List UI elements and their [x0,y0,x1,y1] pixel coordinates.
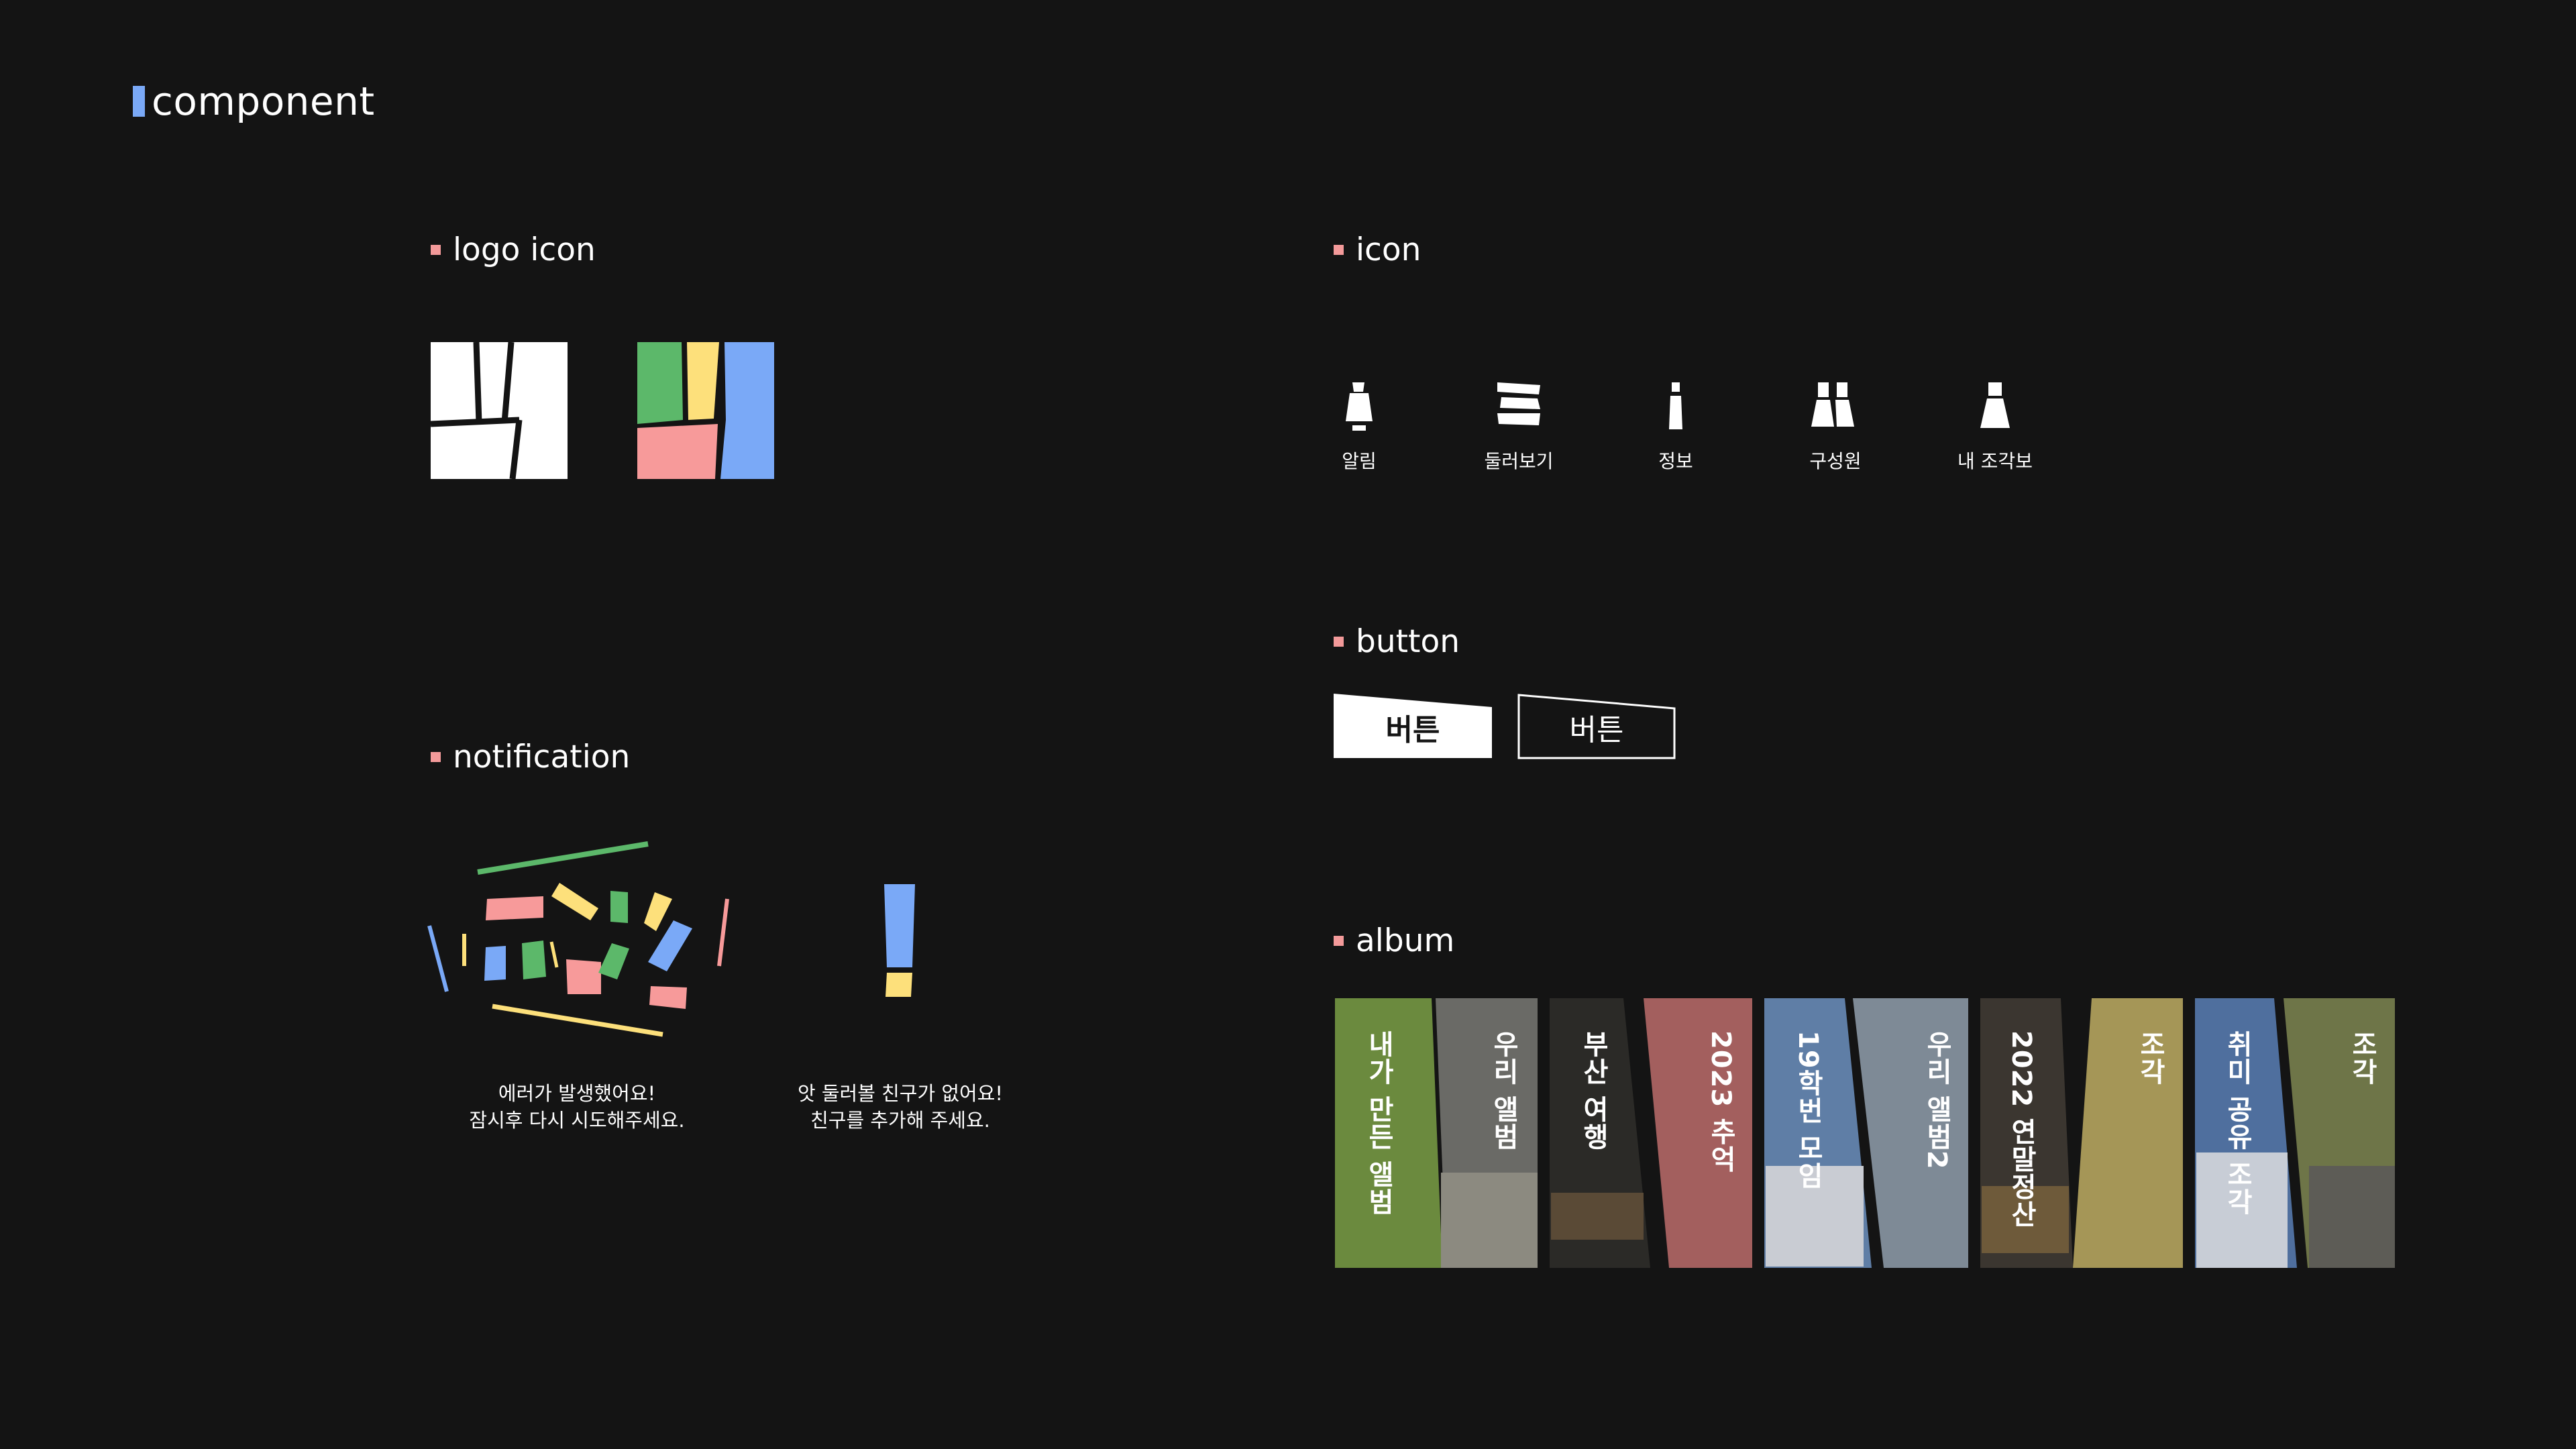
exclamation-icon [884,884,915,997]
page-title-text: component [152,78,375,124]
members-icon [1811,382,1854,427]
icon-label: 구성원 [1809,450,1862,472]
section-title-logo-icon: logo icon [431,231,596,268]
album-card-label[interactable]: 우리 앨범 [1484,1030,1523,1150]
nav-item-bell[interactable]: 알림 [1305,380,1413,487]
album-card-label[interactable]: 2023 추억 [1701,1030,1740,1173]
logo-color-icon [637,342,774,479]
section-bullet [431,751,441,762]
section-bullet [1334,935,1344,946]
section-title-notification: notification [431,738,630,775]
icon-label: 알림 [1342,450,1377,472]
browse-icon [1497,382,1540,425]
section-bullet [1334,636,1344,647]
section-title-album: album [1334,922,1454,959]
nav-item-members[interactable]: 구성원 [1782,380,1889,487]
title-accent-bar [133,86,145,117]
info-icon [1669,382,1682,429]
section-title-icon: icon [1334,231,1421,268]
album-card-label[interactable]: 19학번 모임 [1788,1030,1827,1189]
page-title: component [133,78,375,124]
error-message: 에러가 발생했어요! 잠시후 다시 시도해주세요. [469,1082,685,1132]
album-card-label[interactable]: 조각 [2343,1030,2381,1085]
icon-label: 둘러보기 [1484,450,1554,472]
bell-icon [1346,382,1373,431]
section-bullet [431,244,441,255]
outline-button[interactable]: 버튼 [1517,694,1676,761]
my-pieces-icon [1980,382,2010,428]
section-bullet [1334,244,1344,255]
album-card-label[interactable]: 조각 [2131,1030,2169,1085]
album-card-label[interactable]: 취미 공유 조각 [2218,1030,2257,1216]
album-card-label[interactable]: 내가 만든 앨범 [1359,1030,1398,1216]
album-strip: 내가 만든 앨범 우리 앨범 부산 여행 2023 추억 19학번 모임 우리 … [1335,998,2395,1268]
icon-label: 정보 [1658,450,1693,472]
nav-item-info[interactable]: 정보 [1622,380,1729,487]
section-title-button: button [1334,623,1460,660]
logo-mono-icon [431,342,568,479]
album-card-label[interactable]: 2022 연말정산 [2002,1030,2041,1228]
empty-friends-message: 앗 둘러볼 친구가 없어요! 친구를 추가해 주세요. [797,1082,1004,1132]
nav-item-browse[interactable]: 둘러보기 [1465,380,1572,487]
album-card-label[interactable]: 부산 여행 [1574,1030,1613,1150]
nav-item-my-pieces[interactable]: 내 조각보 [1941,380,2049,487]
filled-button[interactable]: 버튼 [1334,694,1492,761]
album-card-label[interactable]: 우리 앨범2 [1917,1030,1956,1170]
error-illustration [427,841,729,1037]
icon-label: 내 조각보 [1957,450,2033,472]
